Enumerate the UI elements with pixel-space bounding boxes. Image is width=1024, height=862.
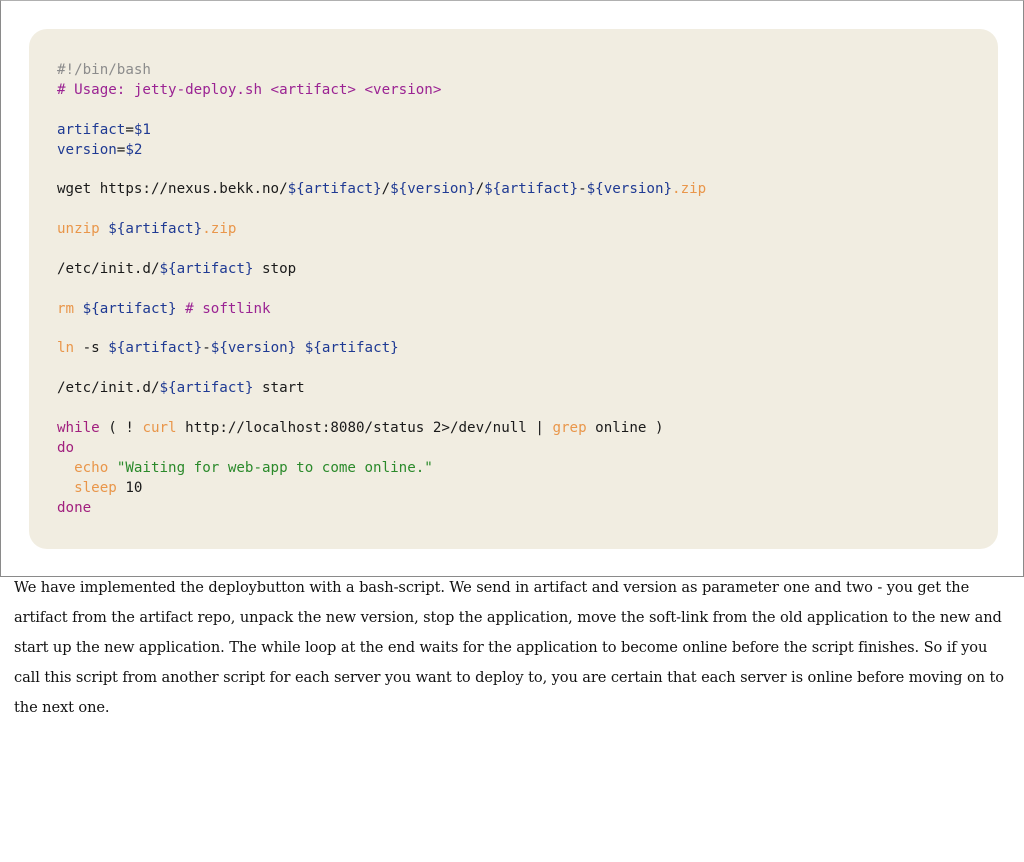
code-token: ${artifact} <box>159 260 254 277</box>
code-token: grep <box>552 420 587 437</box>
code-token: start <box>253 380 305 397</box>
code-token: # softlink <box>185 300 271 317</box>
slide: #!/bin/bash # Usage: jetty-deploy.sh <art… <box>0 0 1024 577</box>
code-token: unzip <box>57 221 100 238</box>
code-token: ${artifact} <box>108 221 203 238</box>
code-line: #!/bin/bash <box>57 61 706 81</box>
code-token: ${artifact} <box>287 181 382 198</box>
code-token: ( ! <box>99 420 143 437</box>
code-token: - <box>202 340 211 357</box>
description-text: We have implemented the deploybutton wit… <box>14 579 1004 716</box>
code-token: done <box>57 499 92 516</box>
code-line: /etc/init.d/${artifact} stop <box>57 260 706 280</box>
code-token: ${version} <box>210 340 297 357</box>
code-token: 10 <box>116 479 143 496</box>
code-token: ln <box>57 340 75 357</box>
code-token: / <box>381 181 391 198</box>
code-token: artifact <box>57 121 126 138</box>
code-token: # Usage: jetty-deploy.sh <artifact> <ver… <box>57 81 442 98</box>
code-token: "Waiting for web-app to come online." <box>116 459 433 476</box>
code-token: /etc/init.d/ <box>57 260 160 277</box>
code-token: sleep <box>74 479 117 496</box>
code-token: ${version} <box>390 181 476 198</box>
code-token: ${version} <box>586 181 673 198</box>
code-block: #!/bin/bash # Usage: jetty-deploy.sh <art… <box>29 29 998 549</box>
code-token: ${artifact} <box>108 340 203 357</box>
code-token: = <box>125 121 134 138</box>
code-token: ${artifact} <box>304 340 399 357</box>
code-line: version=$2 <box>57 141 706 161</box>
code-line: unzip ${artifact}.zip <box>57 220 706 240</box>
code-token: / <box>475 181 485 198</box>
code-line: artifact=$1 <box>57 121 706 141</box>
code-token: version <box>57 141 117 158</box>
code-token: while <box>57 420 100 437</box>
code-token: wget https://nexus.bekk.no/ <box>57 181 288 198</box>
code-token: stop <box>253 260 297 277</box>
code-line: done <box>57 499 706 519</box>
code-line: ln -s ${artifact}-${version} ${artifact} <box>57 339 706 359</box>
code-token: $2 <box>125 141 143 158</box>
code-token: - <box>578 181 587 198</box>
code-token: echo <box>74 459 109 476</box>
code-line: # Usage: jetty-deploy.sh <artifact> <ver… <box>57 81 706 101</box>
code-token: ${artifact} <box>484 181 579 198</box>
code-line: wget https://nexus.bekk.no/${artifact}/$… <box>57 180 706 200</box>
code-line: do <box>57 439 706 459</box>
code-token: $1 <box>133 121 151 138</box>
code-token: /etc/init.d/ <box>57 380 160 397</box>
code-token: online ) <box>586 420 664 437</box>
code-token: -s <box>74 340 109 357</box>
code-line: while ( ! curl http://localhost:8080/sta… <box>57 419 706 439</box>
code-line: rm ${artifact} # softlink <box>57 300 706 320</box>
code-token: ${artifact} <box>82 300 177 317</box>
code-token: .zip <box>202 221 237 238</box>
code-text: #!/bin/bash # Usage: jetty-deploy.sh <art… <box>57 61 706 518</box>
code-token: rm <box>57 300 75 317</box>
code-token: http://localhost:8080/status 2>/dev/null… <box>176 420 553 437</box>
code-line: /etc/init.d/${artifact} start <box>57 379 706 399</box>
code-token: do <box>57 439 75 456</box>
code-line: sleep 10 <box>57 479 706 499</box>
code-line: echo "Waiting for web-app to come online… <box>57 459 706 479</box>
code-token: #!/bin/bash <box>57 62 151 78</box>
code-token: ${artifact} <box>159 380 254 397</box>
code-token: .zip <box>672 181 707 198</box>
code-token: curl <box>142 420 177 437</box>
